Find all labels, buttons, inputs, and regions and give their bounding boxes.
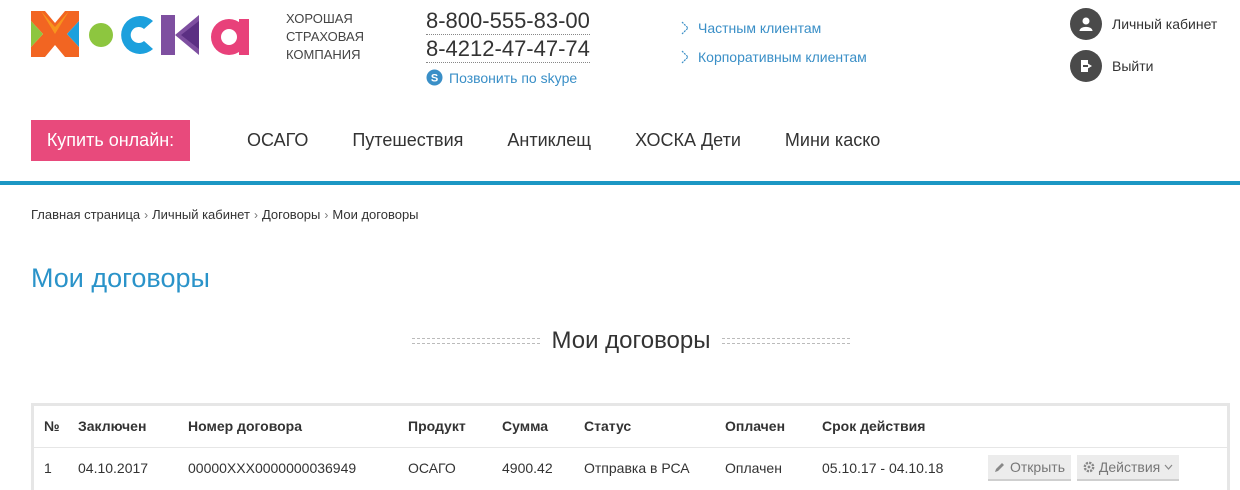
header-divider [0, 181, 1240, 185]
product-nav: ОСАГО Путешествия Антиклещ ХОСКА Дети Ми… [247, 128, 880, 152]
cell-product: ОСАГО [408, 459, 456, 476]
logout-label: Выйти [1112, 58, 1154, 74]
column-header-number: № [34, 406, 78, 448]
logo-k-mark [161, 15, 199, 55]
nav-item-mini-casco[interactable]: Мини каско [785, 128, 880, 152]
column-header-sum: Сумма [502, 406, 584, 448]
private-clients-link[interactable]: Частным клиентам [680, 18, 867, 38]
phone-list: 8-800-555-83-00 8-4212-47-47-74 [426, 8, 590, 64]
cell-sum: 4900.42 [502, 459, 553, 476]
pencil-icon [995, 462, 1004, 472]
column-header-status: Статус [584, 406, 725, 448]
breadcrumb: Главная страница › Личный кабинет › Дого… [31, 207, 419, 222]
breadcrumb-separator: › [324, 207, 329, 222]
nav-item-osago[interactable]: ОСАГО [247, 128, 308, 152]
breadcrumb-current: Мои договоры [332, 207, 419, 222]
nav-item-antitick[interactable]: Антиклещ [507, 128, 591, 152]
cell-actions: Открыть Действия [988, 447, 1227, 488]
decorative-divider [412, 338, 540, 344]
svg-text:S: S [431, 73, 438, 85]
section-heading-text: Мои договоры [551, 327, 711, 354]
breadcrumb-account[interactable]: Личный кабинет [152, 207, 250, 222]
cell-status: Отправка в РСА [584, 459, 690, 476]
cell-number: 1 [44, 459, 52, 476]
skype-label: Позвонить по skype [449, 69, 578, 86]
breadcrumb-home[interactable]: Главная страница [31, 207, 140, 222]
company-tagline: ХОРОШАЯ СТРАХОВАЯ КОМПАНИЯ [286, 10, 364, 64]
cell-period: 05.10.17 - 04.10.18 [822, 459, 944, 476]
cell-date: 04.10.2017 [78, 459, 149, 476]
private-clients-label: Частным клиентам [698, 20, 822, 36]
nav-item-kids[interactable]: ХОСКА Дети [635, 128, 741, 152]
open-contract-button[interactable]: Открыть [988, 454, 1071, 481]
column-header-paid: Оплачен [725, 406, 822, 448]
buy-online-button[interactable]: Купить онлайн: [31, 120, 190, 161]
chevron-down-icon [1164, 464, 1173, 470]
logout-link[interactable]: Выйти [1070, 50, 1217, 82]
column-header-contract: Номер договора [188, 406, 408, 448]
actions-dropdown-button[interactable]: Действия [1076, 454, 1180, 481]
breadcrumb-separator: › [253, 207, 258, 222]
column-header-period: Срок действия [822, 406, 988, 448]
column-header-actions [988, 406, 1227, 448]
corporate-clients-link[interactable]: Корпоративным клиентам [680, 47, 867, 67]
client-type-links: Частным клиентам Корпоративным клиентам [680, 18, 867, 76]
section-heading: Мои договоры [412, 327, 850, 355]
table-header-row: № Заключен Номер договора Продукт Сумма … [34, 406, 1227, 448]
open-contract-label: Открыть [1010, 458, 1065, 475]
tagline-line-3: КОМПАНИЯ [286, 47, 361, 62]
tagline-line-2: СТРАХОВАЯ [286, 29, 365, 44]
tagline-line-1: ХОРОШАЯ [286, 11, 353, 26]
gear-icon [1083, 461, 1095, 473]
user-menu: Личный кабинет Выйти [1070, 8, 1217, 92]
chevron-right-icon [681, 50, 689, 64]
contracts-table: № Заключен Номер договора Продукт Сумма … [31, 403, 1230, 490]
phone-number-1[interactable]: 8-800-555-83-00 [426, 8, 590, 35]
cell-contract-number: 00000XXX0000000036949 [188, 459, 357, 476]
column-header-product: Продукт [408, 406, 502, 448]
column-header-date: Заключен [78, 406, 188, 448]
skype-icon: S [426, 69, 443, 86]
corporate-clients-label: Корпоративным клиентам [698, 49, 867, 65]
phone-number-2[interactable]: 8-4212-47-47-74 [426, 36, 590, 63]
chevron-right-icon [681, 21, 689, 35]
skype-call-link[interactable]: S Позвонить по skype [426, 69, 577, 86]
breadcrumb-contracts[interactable]: Договоры [262, 207, 320, 222]
personal-account-label: Личный кабинет [1112, 16, 1218, 32]
breadcrumb-separator: › [144, 207, 149, 222]
table-row: 1 04.10.2017 00000XXX0000000036949 ОСАГО… [34, 447, 1227, 488]
company-logo[interactable] [31, 11, 271, 57]
cell-paid: Оплачен [725, 459, 782, 476]
actions-label: Действия [1098, 458, 1161, 475]
logo-x-mark [31, 11, 79, 57]
user-icon [1070, 8, 1102, 40]
personal-account-link[interactable]: Личный кабинет [1070, 8, 1217, 40]
nav-item-travel[interactable]: Путешествия [352, 128, 463, 152]
page-title: Мои договоры [31, 263, 210, 293]
logout-icon [1070, 50, 1102, 82]
decorative-divider [721, 338, 850, 344]
